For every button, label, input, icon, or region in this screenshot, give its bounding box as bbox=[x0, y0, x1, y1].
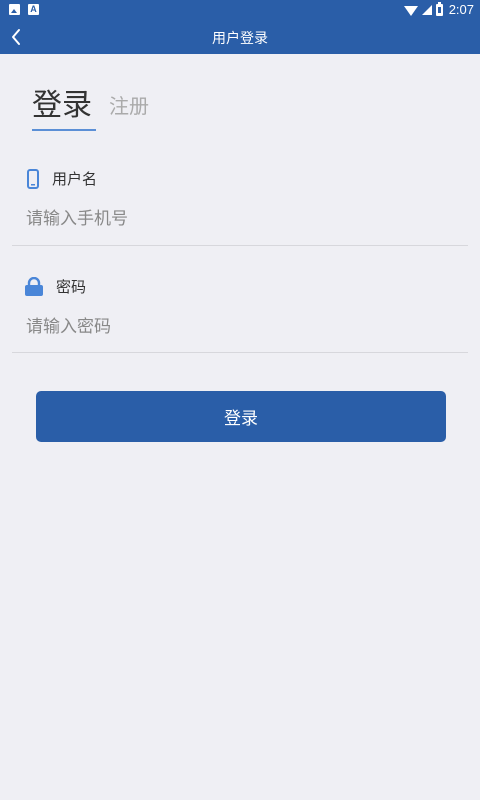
page-title: 用户登录 bbox=[212, 31, 268, 47]
system-icons: 2:07 bbox=[403, 1, 474, 17]
signal-icon bbox=[421, 4, 432, 15]
app-header: 用户登录 bbox=[0, 20, 480, 54]
lock-icon bbox=[25, 276, 43, 296]
password-input[interactable] bbox=[26, 313, 456, 341]
password-label-row: 密码 bbox=[24, 276, 86, 297]
phone-number-input[interactable] bbox=[26, 205, 456, 233]
tab-login-underline bbox=[32, 129, 96, 131]
wifi-icon bbox=[403, 5, 418, 16]
tab-login[interactable]: 登录 bbox=[32, 80, 92, 124]
username-label-row: 用户名 bbox=[26, 168, 97, 189]
status-bar: A 2:07 bbox=[0, 0, 480, 20]
tab-register[interactable]: 注册 bbox=[109, 90, 149, 119]
password-label: 密码 bbox=[56, 278, 87, 296]
image-notification-icon bbox=[9, 4, 20, 15]
font-notification-icon: A bbox=[28, 4, 39, 15]
phone-icon bbox=[27, 168, 39, 189]
password-divider bbox=[12, 352, 468, 353]
username-label: 用户名 bbox=[52, 170, 98, 188]
status-time: 2:07 bbox=[448, 2, 474, 17]
username-divider bbox=[12, 245, 468, 246]
login-button[interactable]: 登录 bbox=[36, 391, 446, 442]
battery-icon bbox=[435, 1, 443, 16]
notification-icons: A bbox=[9, 4, 39, 15]
